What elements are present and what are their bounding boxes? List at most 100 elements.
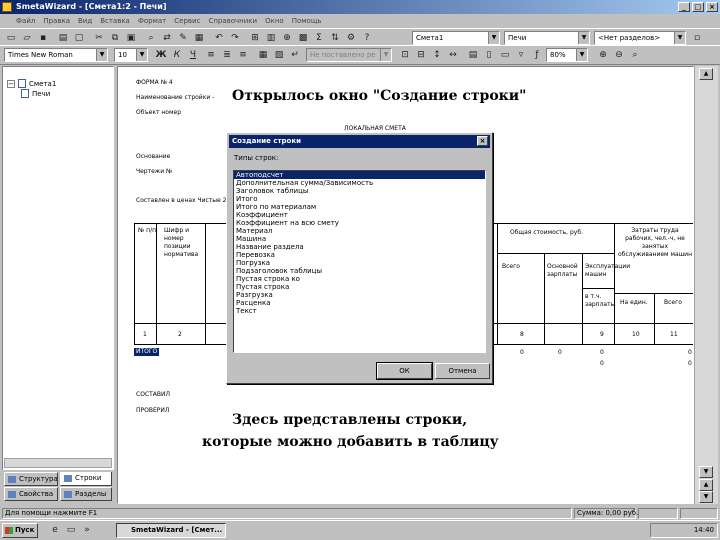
filter-icon[interactable]: ▿ bbox=[514, 49, 528, 62]
dialog-close-button[interactable]: × bbox=[477, 136, 488, 146]
page-up-icon[interactable]: ▲ bbox=[699, 479, 713, 491]
cancel-button[interactable]: Отмена bbox=[435, 363, 490, 379]
scroll-up-icon[interactable]: ▲ bbox=[699, 68, 713, 80]
tree-horizontal-scrollbar[interactable] bbox=[4, 458, 112, 468]
page-down-icon[interactable]: ▼ bbox=[699, 491, 713, 503]
find-icon[interactable]: ⌕ bbox=[144, 32, 158, 45]
minimize-button[interactable]: _ bbox=[678, 2, 690, 12]
settings-icon[interactable]: ⚙ bbox=[344, 32, 358, 45]
ok-button[interactable]: ОК bbox=[376, 362, 433, 380]
list-item[interactable]: Итого bbox=[234, 195, 485, 203]
list-item[interactable]: Машина bbox=[234, 235, 485, 243]
row-height-icon[interactable]: ↕ bbox=[430, 49, 444, 62]
menu-view[interactable]: Вид bbox=[78, 17, 92, 25]
tab-properties[interactable]: Свойства bbox=[4, 487, 58, 501]
properties-icon[interactable]: ▦ bbox=[192, 32, 206, 45]
size-combo[interactable]: 10 ▼ bbox=[114, 48, 148, 62]
menu-insert[interactable]: Вставка bbox=[100, 17, 130, 25]
maximize-button[interactable]: □ bbox=[692, 2, 704, 12]
table-icon[interactable]: ▥ bbox=[264, 32, 278, 45]
redo-icon[interactable]: ↷ bbox=[228, 32, 242, 45]
col-width-icon[interactable]: ↔ bbox=[446, 49, 460, 62]
list-item[interactable]: Коэффициент на всю смету bbox=[234, 219, 485, 227]
grid-icon[interactable]: ▤ bbox=[466, 49, 480, 62]
insert-icon[interactable]: ⊕ bbox=[280, 32, 294, 45]
copy-icon[interactable]: ⧉ bbox=[108, 32, 122, 45]
close-button[interactable]: × bbox=[706, 2, 718, 12]
chevron-down-icon[interactable]: ▼ bbox=[136, 49, 147, 61]
open-icon[interactable]: ▱ bbox=[20, 32, 34, 45]
smeta-combo[interactable]: Смета1 ▼ bbox=[412, 31, 500, 45]
toolbar-extra-icon[interactable]: ▫ bbox=[690, 32, 704, 45]
chevron-down-icon[interactable]: ▼ bbox=[96, 49, 107, 61]
cut-icon[interactable]: ✂ bbox=[92, 32, 106, 45]
list-item[interactable]: Расценка bbox=[234, 299, 485, 307]
split-icon[interactable]: ⊟ bbox=[414, 49, 428, 62]
taskbar-app-button[interactable]: SmetaWizard - [Смет... bbox=[116, 523, 226, 538]
tab-sections[interactable]: Разделы bbox=[60, 487, 112, 501]
borders-icon[interactable]: ▦ bbox=[256, 49, 270, 62]
bold-button[interactable]: Ж bbox=[154, 49, 168, 62]
scroll-down-icon[interactable]: ▼ bbox=[699, 466, 713, 478]
zoom-fit-icon[interactable]: ⌕ bbox=[628, 49, 642, 62]
quicklaunch-icon[interactable]: » bbox=[80, 524, 94, 537]
chevron-down-icon[interactable]: ▼ bbox=[578, 32, 589, 44]
ie-icon[interactable]: e bbox=[48, 524, 62, 537]
style-combo[interactable]: Не поставлено ре ▼ bbox=[306, 48, 392, 62]
menu-file[interactable]: Файл bbox=[16, 17, 35, 25]
section-combo[interactable]: Печи ▼ bbox=[504, 31, 590, 45]
list-item[interactable]: Разгрузка bbox=[234, 291, 485, 299]
tree-item-smeta[interactable]: − Смета1 bbox=[7, 79, 56, 88]
italic-button[interactable]: К bbox=[170, 49, 184, 62]
chevron-down-icon[interactable]: ▼ bbox=[674, 32, 685, 44]
start-button[interactable]: Пуск bbox=[2, 523, 38, 538]
structure-tree[interactable]: − Смета1 Печи bbox=[2, 66, 114, 504]
formula-icon[interactable]: ƒ bbox=[530, 49, 544, 62]
save-icon[interactable]: ▪ bbox=[36, 32, 50, 45]
list-item[interactable]: Автоподсчет bbox=[234, 171, 485, 179]
menu-service[interactable]: Сервис bbox=[174, 17, 200, 25]
color-icon[interactable]: ▧ bbox=[272, 49, 286, 62]
zoom-in-icon[interactable]: ⊕ bbox=[596, 49, 610, 62]
chevron-down-icon[interactable]: ▼ bbox=[576, 49, 587, 61]
list-item[interactable]: Подзаголовок таблицы bbox=[234, 267, 485, 275]
insert-row-icon[interactable]: ⊞ bbox=[248, 32, 262, 45]
chart-icon[interactable]: ▩ bbox=[296, 32, 310, 45]
collapse-icon[interactable]: − bbox=[7, 79, 15, 88]
recalc-icon[interactable]: Σ bbox=[312, 32, 326, 45]
list-item[interactable]: Текст bbox=[234, 307, 485, 315]
list-item[interactable]: Перевозка bbox=[234, 251, 485, 259]
font-combo[interactable]: Times New Roman ▼ bbox=[4, 48, 108, 62]
format-painter-icon[interactable]: ✎ bbox=[176, 32, 190, 45]
page-icon[interactable]: ▯ bbox=[482, 49, 496, 62]
list-item[interactable]: Заголовок таблицы bbox=[234, 187, 485, 195]
row-types-listbox[interactable]: Автоподсчет Дополнительная сумма/Зависим… bbox=[233, 170, 486, 353]
align-center-icon[interactable]: ≣ bbox=[220, 49, 234, 62]
menu-format[interactable]: Формат bbox=[138, 17, 166, 25]
preview-icon[interactable]: ▢ bbox=[72, 32, 86, 45]
tab-rows[interactable]: Строки bbox=[60, 472, 112, 486]
list-item[interactable]: Пустая строка ко bbox=[234, 275, 485, 283]
new-icon[interactable]: ▭ bbox=[4, 32, 18, 45]
chevron-down-icon[interactable]: ▼ bbox=[380, 49, 391, 61]
list-item[interactable]: Дополнительная сумма/Зависимость bbox=[234, 179, 485, 187]
print-icon[interactable]: ▤ bbox=[56, 32, 70, 45]
help-icon[interactable]: ? bbox=[360, 32, 374, 45]
cell-icon[interactable]: ▭ bbox=[498, 49, 512, 62]
menu-edit[interactable]: Правка bbox=[43, 17, 70, 25]
list-item[interactable]: Материал bbox=[234, 227, 485, 235]
menu-help[interactable]: Помощь bbox=[292, 17, 322, 25]
zoom-combo[interactable]: 80% ▼ bbox=[546, 48, 588, 62]
sort-icon[interactable]: ⇅ bbox=[328, 32, 342, 45]
list-item[interactable]: Название раздела bbox=[234, 243, 485, 251]
zoom-out-icon[interactable]: ⊖ bbox=[612, 49, 626, 62]
list-item[interactable]: Пустая строка bbox=[234, 283, 485, 291]
divisions-combo[interactable]: <Нет разделов> ▼ bbox=[594, 31, 686, 45]
document-vertical-scrollbar[interactable]: ▲ ▼ ▲ ▼ bbox=[694, 66, 718, 504]
list-item[interactable]: Коэффициент bbox=[234, 211, 485, 219]
chevron-down-icon[interactable]: ▼ bbox=[488, 32, 499, 44]
paste-icon[interactable]: ▣ bbox=[124, 32, 138, 45]
menu-window[interactable]: Окно bbox=[265, 17, 284, 25]
tab-structure[interactable]: Структура bbox=[4, 472, 58, 486]
wrap-icon[interactable]: ↵ bbox=[288, 49, 302, 62]
